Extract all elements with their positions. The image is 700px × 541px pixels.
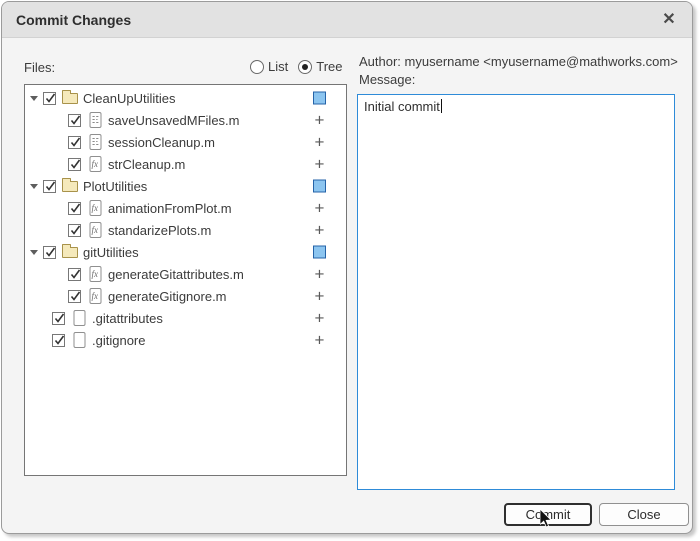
tree-row-label: generateGitignore.m <box>108 289 227 304</box>
plus-icon[interactable]: + <box>313 290 326 303</box>
author-line: Author: myusername <myusername@mathworks… <box>359 54 678 69</box>
checkbox[interactable] <box>43 180 56 193</box>
collapse-triangle-icon[interactable] <box>30 250 38 255</box>
function-file-icon <box>87 288 103 304</box>
checkbox[interactable] <box>68 158 81 171</box>
tree-row-saveunsavedmfiles[interactable]: saveUnsavedMFiles.m + <box>25 109 346 131</box>
tree-row-label: strCleanup.m <box>108 157 185 172</box>
radio-tree-icon[interactable] <box>298 60 312 74</box>
collapse-triangle-icon[interactable] <box>30 96 38 101</box>
radio-option-list[interactable]: List <box>250 59 288 74</box>
close-button[interactable]: Close <box>599 503 689 526</box>
tree-row-generategitattributes[interactable]: generateGitattributes.m + <box>25 263 346 285</box>
radio-tree-label: Tree <box>316 59 342 74</box>
tree-row-strcleanup[interactable]: strCleanup.m + <box>25 153 346 175</box>
radio-list-icon[interactable] <box>250 60 264 74</box>
script-file-icon <box>87 112 103 128</box>
tree-row-standarizeplots[interactable]: standarizePlots.m + <box>25 219 346 241</box>
tree-row-label: CleanUpUtilities <box>83 91 175 106</box>
plus-icon[interactable]: + <box>313 224 326 237</box>
modified-square-icon <box>313 180 326 193</box>
tree-row-animationfromplot[interactable]: animationFromPlot.m + <box>25 197 346 219</box>
function-file-icon <box>87 156 103 172</box>
tree-row-label: .gitattributes <box>92 311 163 326</box>
tree-row-label: saveUnsavedMFiles.m <box>108 113 240 128</box>
title-bar[interactable]: Commit Changes ✕ <box>2 2 692 38</box>
checkbox[interactable] <box>68 202 81 215</box>
tree-row-label: PlotUtilities <box>83 179 147 194</box>
checkbox[interactable] <box>68 114 81 127</box>
tree-row-sessioncleanup[interactable]: sessionCleanup.m + <box>25 131 346 153</box>
tree-row-label: generateGitattributes.m <box>108 267 244 282</box>
plus-icon[interactable]: + <box>313 202 326 215</box>
tree-row-cleanuputilities[interactable]: CleanUpUtilities <box>25 87 346 109</box>
view-toggle-group: List Tree <box>250 59 349 74</box>
tree-row-label: gitUtilities <box>83 245 139 260</box>
tree-row-gitignore[interactable]: .gitignore + <box>25 329 346 351</box>
files-tree-panel[interactable]: CleanUpUtilities saveUnsavedMFiles.m + s… <box>24 84 347 476</box>
plus-icon[interactable]: + <box>313 136 326 149</box>
checkbox[interactable] <box>68 136 81 149</box>
function-file-icon <box>87 222 103 238</box>
function-file-icon <box>87 266 103 282</box>
radio-list-label: List <box>268 59 288 74</box>
mouse-cursor-icon <box>540 509 553 529</box>
folder-icon <box>62 247 78 258</box>
function-file-icon <box>87 200 103 216</box>
tree-row-label: sessionCleanup.m <box>108 135 215 150</box>
checkbox[interactable] <box>43 246 56 259</box>
tree-row-label: standarizePlots.m <box>108 223 211 238</box>
commit-changes-dialog: Commit Changes ✕ Files: List Tree CleanU… <box>1 1 693 534</box>
plus-icon[interactable]: + <box>313 158 326 171</box>
modified-square-icon <box>313 92 326 105</box>
plus-icon[interactable]: + <box>313 114 326 127</box>
plain-file-icon <box>71 332 87 348</box>
radio-option-tree[interactable]: Tree <box>298 59 342 74</box>
script-file-icon <box>87 134 103 150</box>
plain-file-icon <box>71 310 87 326</box>
plus-icon[interactable]: + <box>313 334 326 347</box>
tree-row-plotutilities[interactable]: PlotUtilities <box>25 175 346 197</box>
checkbox[interactable] <box>68 224 81 237</box>
plus-icon[interactable]: + <box>313 312 326 325</box>
checkbox[interactable] <box>43 92 56 105</box>
folder-icon <box>62 181 78 192</box>
plus-icon[interactable]: + <box>313 268 326 281</box>
close-icon[interactable]: ✕ <box>658 2 680 38</box>
tree-row-gitutilities[interactable]: gitUtilities <box>25 241 346 263</box>
folder-icon <box>62 93 78 104</box>
tree-row-label: animationFromPlot.m <box>108 201 232 216</box>
commit-message-textarea[interactable]: Initial commit <box>357 94 675 490</box>
modified-square-icon <box>313 246 326 259</box>
message-label: Message: <box>359 72 415 87</box>
checkbox[interactable] <box>68 290 81 303</box>
tree-row-gitattributes[interactable]: .gitattributes + <box>25 307 346 329</box>
checkbox[interactable] <box>52 334 65 347</box>
files-label: Files: <box>24 60 55 75</box>
tree-row-generategitignore[interactable]: generateGitignore.m + <box>25 285 346 307</box>
collapse-triangle-icon[interactable] <box>30 184 38 189</box>
commit-message-text: Initial commit <box>364 99 440 114</box>
checkbox[interactable] <box>68 268 81 281</box>
text-caret <box>441 99 442 113</box>
dialog-title: Commit Changes <box>16 2 131 38</box>
tree-row-label: .gitignore <box>92 333 145 348</box>
checkbox[interactable] <box>52 312 65 325</box>
